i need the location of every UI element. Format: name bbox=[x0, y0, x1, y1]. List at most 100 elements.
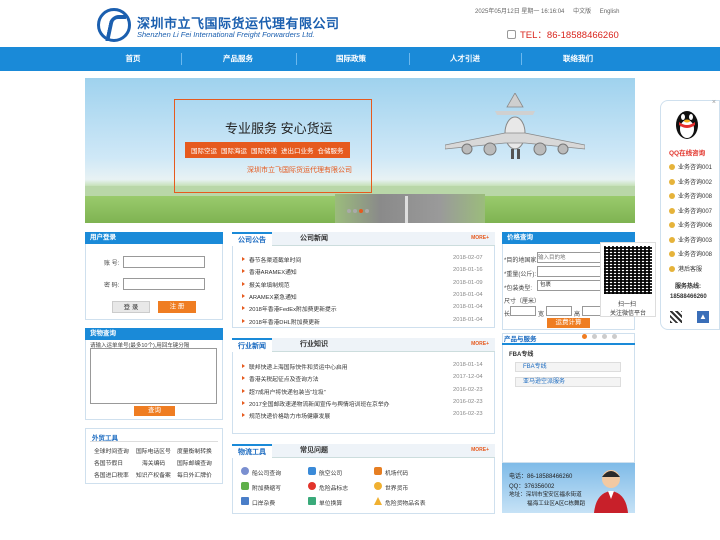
qq-float-panel: × QQ在线咨询 业务咨询001 业务咨询002 业务咨询008 业务咨询007 业务咨… bbox=[660, 99, 720, 330]
industry-item-date: 2017-12-04 bbox=[453, 374, 483, 381]
industry-news-more[interactable]: MORE+ bbox=[471, 341, 489, 347]
qq-penguin-icon bbox=[676, 111, 698, 139]
size-label: 尺寸（厘米） bbox=[504, 299, 541, 305]
industry-item-title[interactable]: 香港关税起征点及查询方法 bbox=[242, 374, 319, 383]
tracking-input[interactable] bbox=[90, 348, 217, 404]
news-item-date: 2018-01-16 bbox=[453, 267, 483, 274]
logistics-tabs: 物流工具 常见问题 MORE+ bbox=[232, 444, 495, 458]
pack-select[interactable]: 包裹 bbox=[537, 280, 607, 291]
tab-industry-news[interactable]: 行业新闻 bbox=[232, 338, 272, 352]
tool-world-time[interactable]: 全球时间查询 bbox=[94, 446, 129, 455]
news-item-title[interactable]: ARAMEX紧急通知 bbox=[242, 292, 297, 301]
industry-item-title[interactable]: 2017全国邮政速递物流新闻宣传与舆情培训班在京举办 bbox=[242, 399, 389, 408]
tool-phone-code[interactable]: 国际电话区号 bbox=[136, 446, 171, 455]
hero-banner[interactable]: 专业服务 安心货运 国际空运 国际海运 国际快递 进出口业务 仓储服务 深圳市立飞国际货… bbox=[85, 78, 635, 223]
product-fba[interactable]: FBA专线 bbox=[515, 362, 621, 372]
company-logo[interactable] bbox=[97, 8, 131, 42]
products-dots[interactable] bbox=[582, 334, 617, 341]
lang-en-link[interactable]: English bbox=[600, 9, 620, 15]
length-input[interactable] bbox=[510, 306, 536, 316]
qq-consult-item[interactable]: 业务咨询006 bbox=[669, 220, 712, 229]
tool-postcode[interactable]: 国际邮编查询 bbox=[177, 458, 212, 467]
industry-item-title[interactable]: 超7成用户将快递包装当“垃圾” bbox=[242, 387, 326, 396]
tool-unit-convert[interactable]: 度量衡制转换 bbox=[177, 446, 212, 455]
hotline-label: 服务热线: bbox=[675, 284, 701, 290]
tool-shipping-co[interactable]: 船公司查询 bbox=[252, 468, 281, 477]
tool-ip-record[interactable]: 知识产权备案 bbox=[136, 470, 171, 479]
qq-consult-item[interactable]: 业务咨询001 bbox=[669, 162, 712, 171]
qq-consult-item[interactable]: 业务咨询008 bbox=[669, 191, 712, 200]
product-amazon-air[interactable]: 亚马逊空派服务 bbox=[515, 377, 621, 387]
qq-consult-item[interactable]: 港后客服 bbox=[669, 264, 702, 273]
ship-icon bbox=[241, 467, 249, 475]
news-item-title[interactable]: 香港ARAMEX通知 bbox=[242, 267, 297, 276]
news-item-title[interactable]: 报关单填制规范 bbox=[242, 280, 290, 289]
industry-item-title[interactable]: 规范快递价格助力市场健康发展 bbox=[242, 411, 330, 420]
qq-avatar-icon bbox=[669, 164, 675, 170]
tag-air: 国际空运 bbox=[191, 148, 217, 155]
qq-consult-item[interactable]: 业务咨询008 bbox=[669, 249, 712, 258]
qr-line2: 关注微信平台 bbox=[610, 311, 647, 317]
tool-import-tax[interactable]: 各国进口税率 bbox=[94, 470, 129, 479]
qq-avatar-icon bbox=[669, 222, 675, 228]
password-label: 密 码: bbox=[104, 283, 120, 289]
tool-fx-rates[interactable]: 每日外汇牌价 bbox=[177, 470, 212, 479]
news-item-title[interactable]: 春节各渠道截单时间 bbox=[242, 255, 301, 264]
register-button[interactable]: 注 册 bbox=[158, 301, 196, 313]
tab-company-news[interactable]: 公司新闻 bbox=[294, 232, 334, 246]
news-item-date: 2018-01-04 bbox=[453, 291, 483, 298]
login-button[interactable]: 登 录 bbox=[112, 301, 150, 313]
tool-airline[interactable]: 航空公司 bbox=[319, 468, 342, 477]
tab-logistics-tools[interactable]: 物流工具 bbox=[232, 444, 272, 458]
qq-consult-item[interactable]: 业务咨询003 bbox=[669, 235, 712, 244]
qq-avatar-icon bbox=[669, 178, 675, 185]
tool-port-fee[interactable]: 口岸杂费 bbox=[252, 498, 275, 507]
tag-import-export: 进出口业务 bbox=[281, 148, 314, 155]
width-input[interactable] bbox=[546, 306, 572, 316]
tracking-query-button[interactable]: 查询 bbox=[134, 406, 175, 416]
tool-danger-sign[interactable]: 危险品标志 bbox=[319, 483, 348, 492]
logistics-more[interactable]: MORE+ bbox=[471, 447, 489, 453]
back-to-top-icon[interactable]: ▲ bbox=[697, 311, 709, 323]
weight-input[interactable] bbox=[537, 266, 607, 277]
login-panel bbox=[85, 232, 223, 320]
qq-consult-item[interactable]: 业务咨询002 bbox=[669, 177, 712, 186]
tool-unit[interactable]: 单位换算 bbox=[319, 498, 342, 507]
tool-currency[interactable]: 世界货币 bbox=[385, 483, 408, 492]
news-item-date: 2018-02-07 bbox=[453, 255, 483, 261]
nav-policy[interactable]: 国际政策 bbox=[306, 47, 396, 71]
qq-consult-item[interactable]: 业务咨询007 bbox=[669, 206, 712, 215]
news-item-title[interactable]: 2018年香港DHL附加费更新 bbox=[242, 317, 320, 326]
news-item-title[interactable]: 2018年香港FedEx附加费更新提示 bbox=[242, 304, 337, 313]
tool-hs-code[interactable]: 海关编码 bbox=[142, 458, 165, 467]
tab-company-notice[interactable]: 公司公告 bbox=[232, 232, 272, 246]
height-input[interactable] bbox=[582, 306, 602, 316]
nav-contact[interactable]: 联络我们 bbox=[533, 47, 623, 71]
industry-item-date: 2016-02-23 bbox=[453, 386, 483, 393]
header: 深圳市立飞国际货运代理有限公司 Shenzhen Li Fei Internat… bbox=[0, 0, 720, 47]
tool-surcharge[interactable]: 附加费缩写 bbox=[252, 483, 281, 492]
unit-icon bbox=[308, 497, 316, 505]
tool-airport-code[interactable]: 机场代码 bbox=[385, 468, 408, 477]
nav-home[interactable]: 首页 bbox=[88, 47, 178, 71]
industry-item-title[interactable]: 联邦快递上海国际快件和货运中心启用 bbox=[242, 362, 348, 371]
close-icon[interactable]: × bbox=[712, 99, 716, 106]
dest-label: *目的地国家: bbox=[504, 258, 539, 264]
lang-cn-link[interactable]: 中文版 bbox=[573, 9, 591, 15]
nav-products[interactable]: 产品服务 bbox=[193, 47, 283, 71]
datetime: 2025年05月12日 星期一 16:16:04 bbox=[475, 9, 565, 15]
qrcode-small-icon[interactable] bbox=[670, 311, 682, 323]
password-input[interactable] bbox=[123, 278, 205, 290]
calc-freight-button[interactable]: 运费计算 bbox=[547, 318, 590, 328]
dest-input[interactable] bbox=[537, 252, 607, 263]
slider-dots[interactable] bbox=[347, 208, 371, 215]
tool-dangerous-goods[interactable]: 危险货物品名表 bbox=[385, 498, 426, 507]
tool-holidays[interactable]: 各国节假日 bbox=[94, 458, 123, 467]
company-news-more[interactable]: MORE+ bbox=[471, 235, 489, 241]
tab-industry-knowledge[interactable]: 行业知识 bbox=[294, 338, 334, 352]
username-input[interactable] bbox=[123, 256, 205, 268]
customer-service-icon bbox=[594, 470, 628, 513]
tab-faq[interactable]: 常见问题 bbox=[294, 444, 334, 458]
airline-icon bbox=[308, 467, 316, 475]
nav-talent[interactable]: 人才引进 bbox=[420, 47, 510, 71]
